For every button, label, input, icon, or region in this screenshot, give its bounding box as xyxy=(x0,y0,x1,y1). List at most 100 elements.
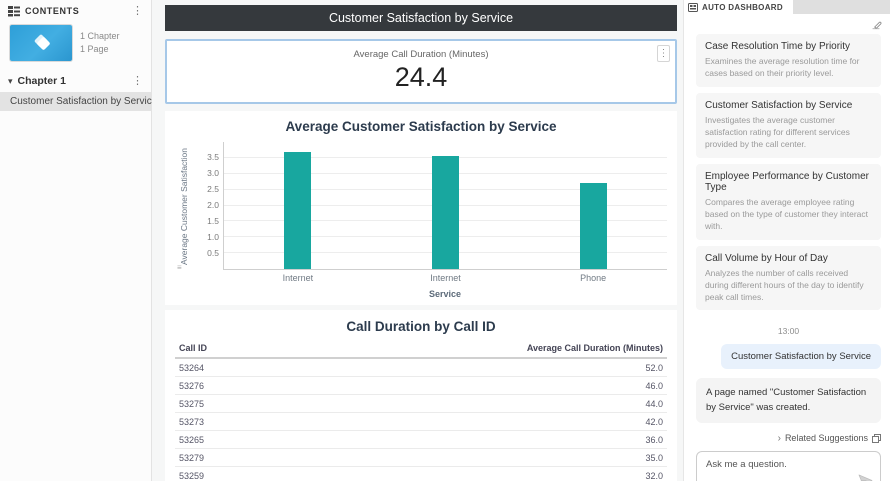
cell-call-id: 53273 xyxy=(175,413,273,431)
plot-wrap: Internet Internet Phone xyxy=(223,142,667,288)
suggestion-desc: Analyzes the number of calls received du… xyxy=(705,267,872,304)
chapter-menu-icon[interactable]: ⋮ xyxy=(130,76,145,86)
kpi-menu-icon[interactable]: ⋮ xyxy=(657,45,670,62)
suggestion-title: Call Volume by Hour of Day xyxy=(705,253,872,264)
report-thumbnail[interactable] xyxy=(10,25,72,61)
auto-dashboard-panel: AUTO DASHBOARD Case Resolution Time by P… xyxy=(683,0,890,481)
table-row[interactable]: 5327646.0 xyxy=(175,377,667,395)
suggestion-card[interactable]: Call Volume by Hour of Day Analyzes the n… xyxy=(696,246,881,311)
column-header-duration: Average Call Duration (Minutes) xyxy=(273,341,667,358)
related-suggestions-label: Related Suggestions xyxy=(785,433,868,443)
table-row[interactable]: 5325932.0 xyxy=(175,467,667,481)
contents-title: CONTENTS xyxy=(25,6,130,16)
bar-phone-2[interactable] xyxy=(580,183,607,269)
axis-menu-icon: ≡ xyxy=(177,263,182,272)
table-card: Call Duration by Call ID Call ID Average… xyxy=(165,310,677,481)
table-row[interactable]: 5326536.0 xyxy=(175,431,667,449)
contents-sidebar: CONTENTS ⋮ 1 Chapter 1 Page ▾ Chapter 1 … xyxy=(0,0,152,481)
cell-call-id: 53279 xyxy=(175,449,273,467)
bar-group: Internet xyxy=(432,142,459,269)
suggestion-title: Customer Satisfaction by Service xyxy=(705,100,872,111)
bar-internet-1[interactable] xyxy=(432,156,459,269)
suggestion-card[interactable]: Employee Performance by Customer Type Com… xyxy=(696,164,881,240)
suggestion-desc: Investigates the average customer satisf… xyxy=(705,114,872,151)
bot-message-bubble: A page named "Customer Satisfaction by S… xyxy=(696,378,881,423)
question-input-box xyxy=(696,451,881,481)
y-tick-label: 3.0 xyxy=(207,168,219,178)
table-row[interactable]: 5327935.0 xyxy=(175,449,667,467)
overlap-squares-icon xyxy=(872,434,881,443)
kpi-card[interactable]: ⋮ Average Call Duration (Minutes) 24.4 xyxy=(165,39,677,104)
sidebar-item-page[interactable]: Customer Satisfaction by Service xyxy=(0,92,151,111)
cell-duration: 36.0 xyxy=(273,431,667,449)
chapter-label: Chapter 1 xyxy=(18,75,130,87)
report-counts: 1 Chapter 1 Page xyxy=(80,30,120,57)
cell-duration: 32.0 xyxy=(273,467,667,481)
chevron-right-icon: › xyxy=(778,433,781,444)
table-row[interactable]: 5327544.0 xyxy=(175,395,667,413)
tab-label: AUTO DASHBOARD xyxy=(702,3,783,12)
app-window: CONTENTS ⋮ 1 Chapter 1 Page ▾ Chapter 1 … xyxy=(0,0,890,481)
suggestion-card[interactable]: Case Resolution Time by Priority Examines… xyxy=(696,34,881,87)
cell-call-id: 53276 xyxy=(175,377,273,395)
contents-header: CONTENTS ⋮ xyxy=(0,0,151,21)
bar-chart: Average Customer Satisfaction 0.51.01.52… xyxy=(175,142,667,288)
page-count: 1 Page xyxy=(80,43,120,57)
suggestion-desc: Examines the average resolution time for… xyxy=(705,55,872,80)
table-title: Call Duration by Call ID xyxy=(175,319,667,334)
tab-auto-dashboard[interactable]: AUTO DASHBOARD xyxy=(684,0,793,14)
y-axis-label: Average Customer Satisfaction xyxy=(179,142,189,270)
y-tick-label: 3.5 xyxy=(207,152,219,162)
y-tick-label: 2.5 xyxy=(207,184,219,194)
dashboard-icon xyxy=(688,3,698,12)
bar-group: Internet xyxy=(284,142,311,269)
suggestion-desc: Compares the average employee rating bas… xyxy=(705,196,872,233)
x-axis-title: Service xyxy=(175,289,667,299)
table-row[interactable]: 5326452.0 xyxy=(175,358,667,377)
chart-plot: Internet Internet Phone xyxy=(223,142,667,270)
bar-internet-0[interactable] xyxy=(284,152,311,269)
related-suggestions-link[interactable]: › Related Suggestions xyxy=(696,429,881,451)
chapter-row[interactable]: ▾ Chapter 1 ⋮ xyxy=(0,69,151,92)
send-icon[interactable] xyxy=(858,474,873,481)
suggestion-title: Case Resolution Time by Priority xyxy=(705,41,872,52)
table-body: 5326452.05327646.05327544.05327342.05326… xyxy=(175,358,667,481)
y-tick-label: 1.0 xyxy=(207,232,219,242)
cell-call-id: 53259 xyxy=(175,467,273,481)
assistant-body: Case Resolution Time by Priority Examines… xyxy=(684,32,890,481)
kpi-value: 24.4 xyxy=(167,62,675,93)
cell-call-id: 53275 xyxy=(175,395,273,413)
y-axis-ticks: 0.51.01.52.02.53.03.5 xyxy=(201,142,219,270)
user-message-bubble: Customer Satisfaction by Service xyxy=(721,344,881,369)
panel-tools xyxy=(684,14,890,32)
chart-title: Average Customer Satisfaction by Service xyxy=(175,119,667,134)
clear-chat-icon[interactable] xyxy=(870,18,882,30)
x-tick-label: Internet xyxy=(430,273,461,283)
page-title: Customer Satisfaction by Service xyxy=(165,5,677,31)
dashboard-main: Customer Satisfaction by Service ⋮ Avera… xyxy=(152,0,683,481)
suggestions-list: Case Resolution Time by Priority Examines… xyxy=(696,34,881,316)
y-tick-label: 2.0 xyxy=(207,200,219,210)
panel-tab-bar: AUTO DASHBOARD xyxy=(684,0,890,14)
column-header-call-id: Call ID xyxy=(175,341,273,358)
cell-call-id: 53264 xyxy=(175,358,273,377)
bar-group: Phone xyxy=(580,142,607,269)
timestamp: 13:00 xyxy=(696,326,881,336)
kpi-label: Average Call Duration (Minutes) xyxy=(167,49,675,60)
call-duration-table: Call ID Average Call Duration (Minutes) … xyxy=(175,341,667,481)
report-thumbnail-row: 1 Chapter 1 Page xyxy=(0,21,151,69)
chevron-down-icon[interactable]: ▾ xyxy=(8,76,13,87)
question-input[interactable] xyxy=(697,452,880,481)
cell-call-id: 53265 xyxy=(175,431,273,449)
x-tick-label: Phone xyxy=(580,273,606,283)
y-axis: Average Customer Satisfaction 0.51.01.52… xyxy=(175,142,223,288)
table-of-contents-icon xyxy=(8,5,20,17)
chart-bars: Internet Internet Phone xyxy=(224,142,667,269)
suggestion-card[interactable]: Customer Satisfaction by Service Investig… xyxy=(696,93,881,158)
deck-icon xyxy=(30,34,52,52)
x-tick-label: Internet xyxy=(283,273,314,283)
contents-menu-icon[interactable]: ⋮ xyxy=(130,6,145,16)
table-row[interactable]: 5327342.0 xyxy=(175,413,667,431)
suggestion-title: Employee Performance by Customer Type xyxy=(705,171,872,193)
chapter-count: 1 Chapter xyxy=(80,30,120,44)
